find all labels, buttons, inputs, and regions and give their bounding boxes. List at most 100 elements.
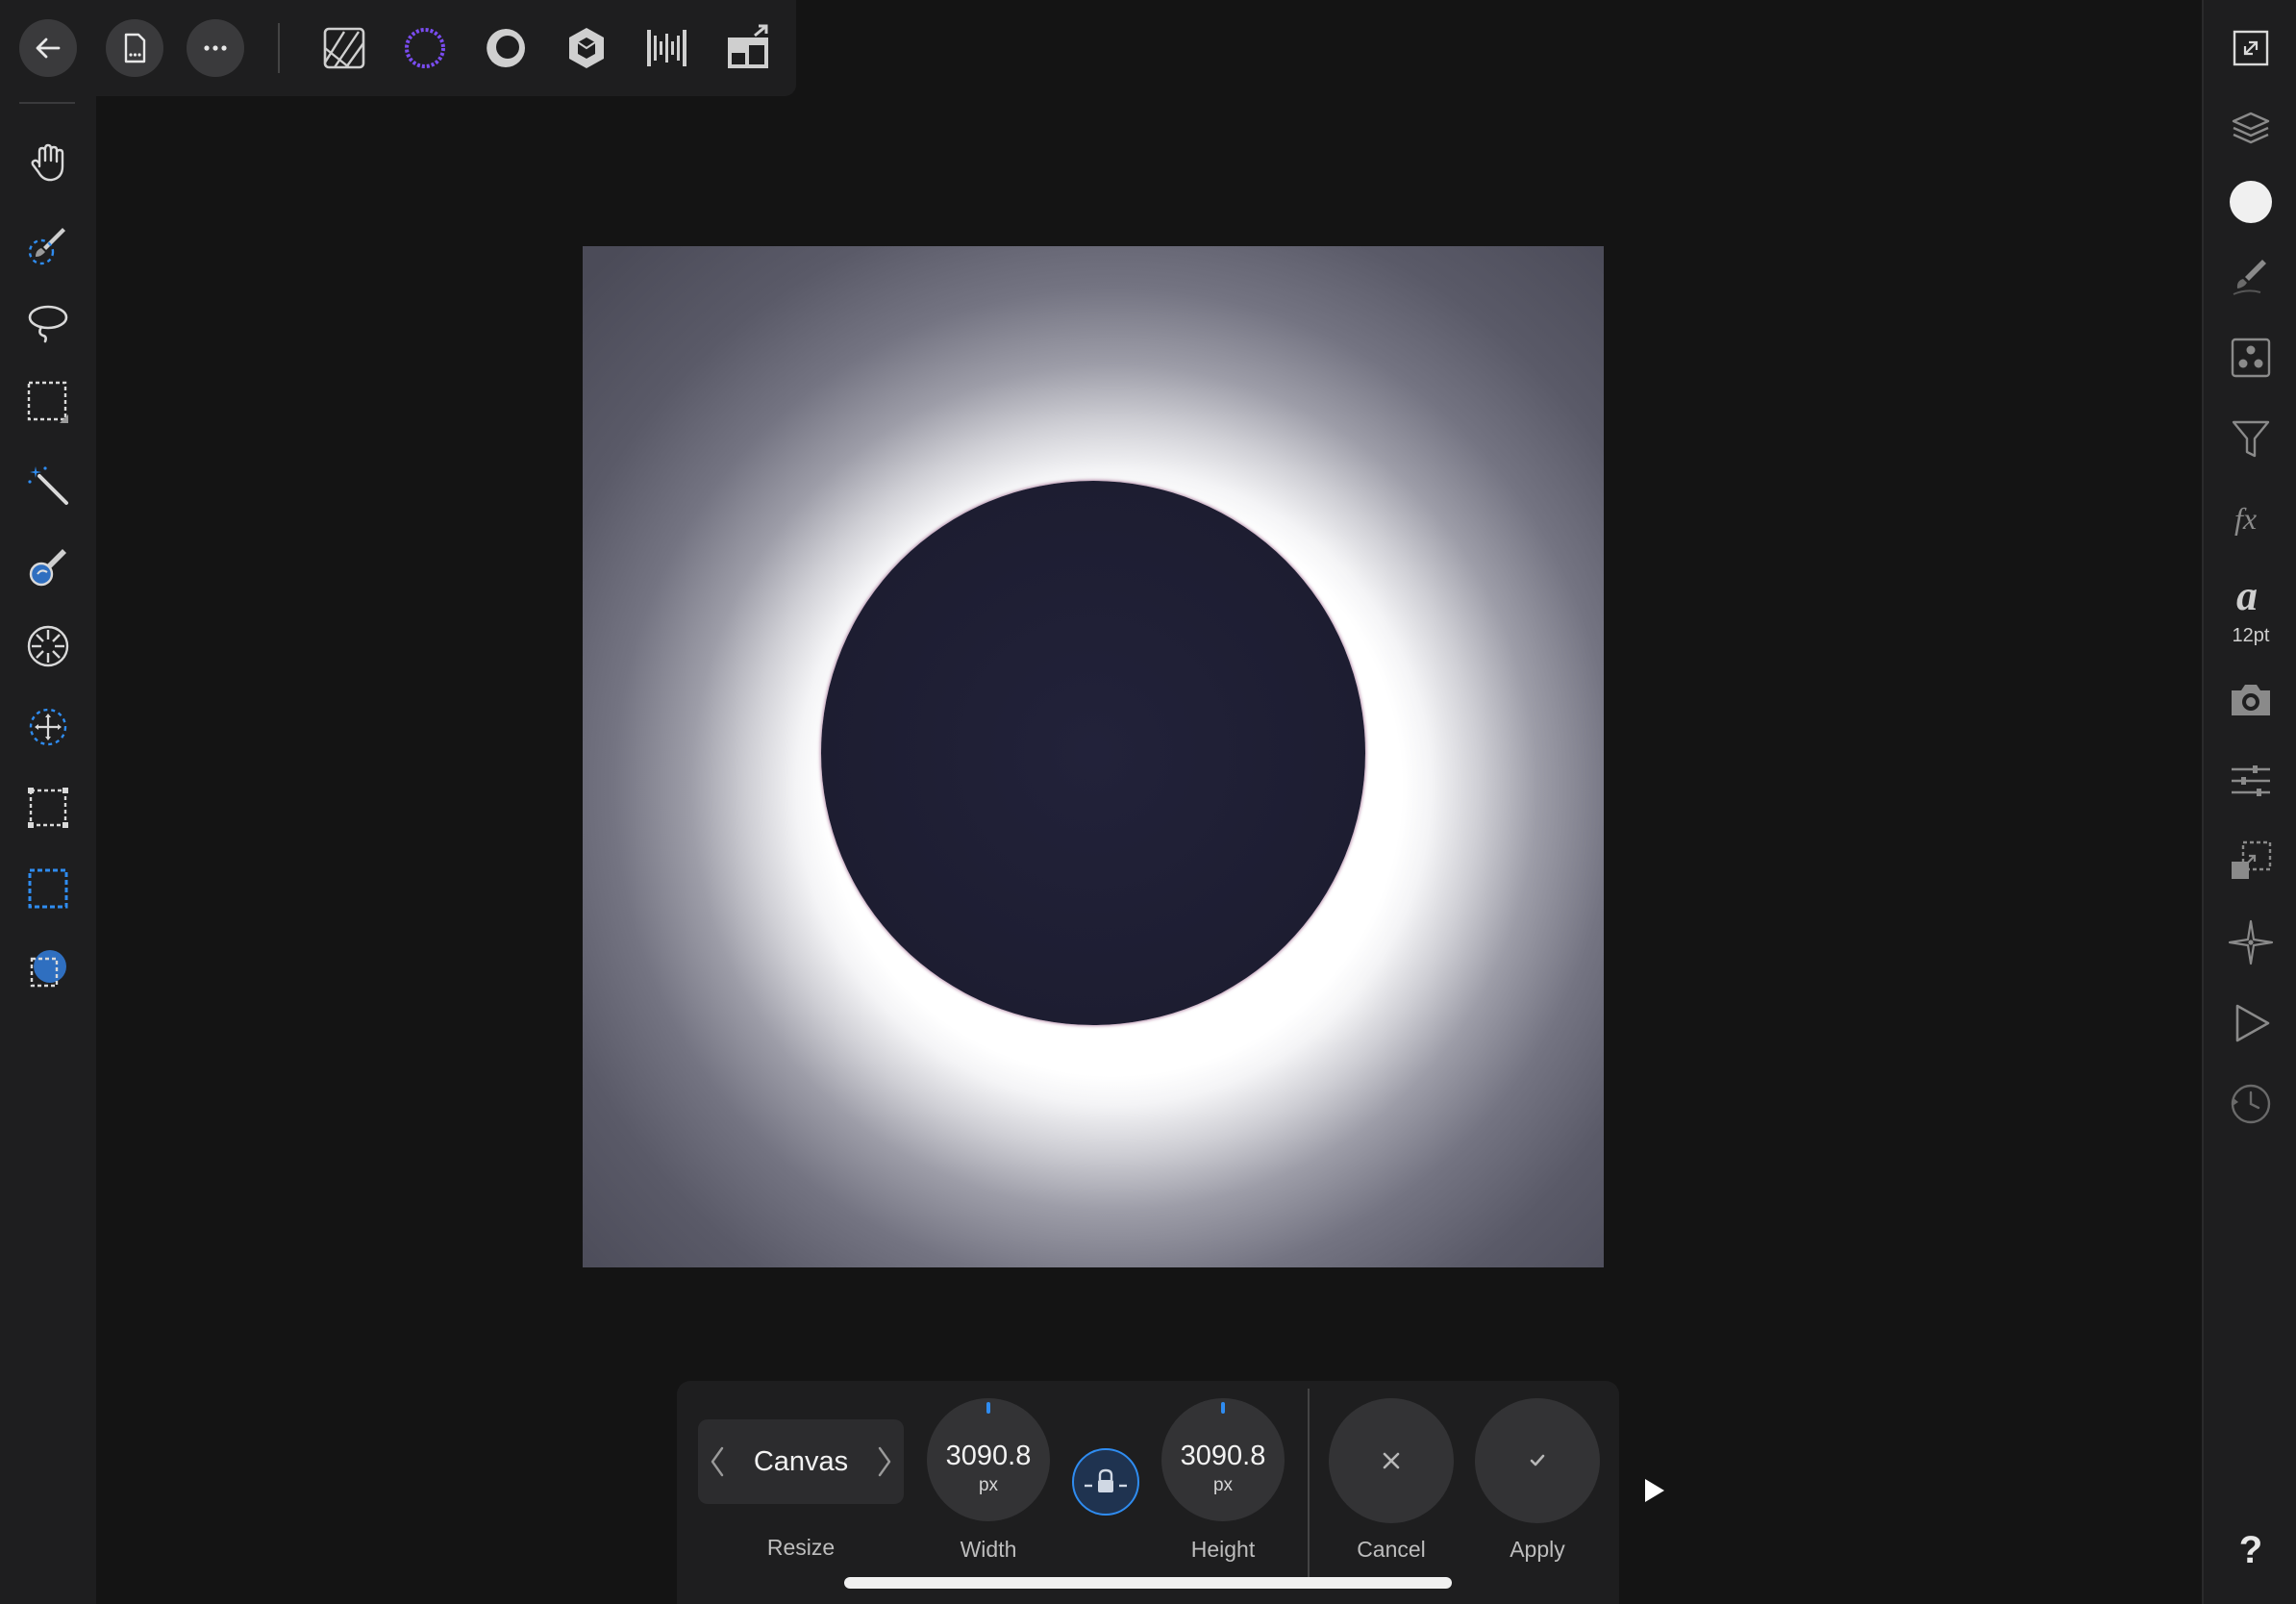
develop-persona-button[interactable] (479, 21, 533, 75)
svg-text:a: a (2236, 572, 2258, 617)
cancel-caption: Cancel (1357, 1537, 1426, 1562)
tone-mapping-persona-button[interactable] (560, 21, 613, 75)
help-button[interactable]: ? (2204, 1529, 2296, 1572)
canvas-mode-switcher[interactable]: Canvas (698, 1419, 904, 1504)
marquee-tool[interactable] (21, 375, 75, 429)
transform-button[interactable] (2224, 835, 2278, 889)
back-arrow-icon (36, 38, 61, 59)
filter-icon (2232, 420, 2270, 458)
document-menu-button[interactable] (106, 19, 163, 77)
transform-icon (2232, 840, 2272, 879)
context-toolbar-expand-button[interactable] (1635, 1471, 1673, 1510)
apply-button[interactable] (1475, 1398, 1600, 1523)
camera-icon (2232, 685, 2270, 715)
apply-caption: Apply (1510, 1537, 1565, 1562)
width-caption: Width (960, 1537, 1017, 1562)
affinity-photo-workspace: fx a 12pt ? Canvas Resize 3090.8 px Widt… (0, 0, 2296, 1604)
navigator-button[interactable] (2224, 915, 2278, 969)
next-mode-button[interactable] (865, 1419, 904, 1504)
height-dial[interactable]: 3090.8 px (1161, 1398, 1285, 1521)
macro-play-button[interactable] (2224, 996, 2278, 1050)
context-toolbar: Canvas Resize 3090.8 px Width 3090.8 px … (677, 1381, 1619, 1604)
left-tool-panel (0, 0, 96, 1604)
text-style-button[interactable]: a (2224, 567, 2278, 621)
crop-frame-tool[interactable] (21, 781, 75, 835)
magic-wand-tool[interactable] (21, 458, 75, 512)
width-value: 3090.8 (945, 1441, 1032, 1471)
fx-button[interactable]: fx (2224, 492, 2278, 546)
chevron-right-icon (878, 1446, 891, 1477)
radial-icon (27, 625, 69, 667)
tone-mapping-persona-icon (569, 28, 604, 68)
export-persona-icon (647, 30, 686, 66)
brush-selection-tool[interactable] (21, 215, 75, 269)
layers-button[interactable] (2224, 102, 2278, 156)
top-bar-divider (278, 23, 280, 73)
radial-tool[interactable] (21, 619, 75, 673)
lock-icon (1085, 1468, 1127, 1492)
vector-crop-icon (30, 950, 66, 988)
more-icon (204, 45, 227, 51)
camera-button[interactable] (2224, 673, 2278, 727)
transform-selection-icon (29, 708, 67, 746)
chevron-left-icon (711, 1446, 724, 1477)
channels-icon (2231, 338, 2271, 378)
height-value: 3090.8 (1180, 1441, 1266, 1471)
resize-caption: Resize (766, 1535, 836, 1560)
develop-persona-icon (482, 27, 525, 67)
channels-button[interactable] (2224, 331, 2278, 385)
adjustments-icon (2232, 765, 2270, 796)
checkmark-icon (1530, 1454, 1545, 1466)
liquify-persona-button[interactable] (398, 21, 452, 75)
height-caption: Height (1190, 1537, 1256, 1562)
width-unit: px (978, 1475, 999, 1495)
cancel-button[interactable] (1329, 1398, 1454, 1523)
layout-persona-icon (728, 24, 768, 68)
transform-selection-tool[interactable] (21, 700, 75, 754)
color-swatch-icon (2230, 181, 2272, 223)
liquify-persona-icon (405, 28, 445, 68)
context-divider (1308, 1389, 1310, 1581)
fullscreen-button[interactable] (2224, 21, 2278, 75)
eclipse-photo-canvas[interactable] (583, 246, 1604, 1267)
play-icon (2235, 1004, 2270, 1042)
back-button[interactable] (19, 19, 77, 77)
selection-brush-tool[interactable] (21, 539, 75, 592)
selection-brush-icon (29, 549, 66, 587)
brush-selection-icon (28, 228, 65, 265)
history-button[interactable] (2224, 1077, 2278, 1131)
fx-icon: fx (2234, 501, 2257, 536)
export-persona-button[interactable] (640, 21, 694, 75)
home-indicator[interactable] (844, 1577, 1452, 1589)
color-swatch-button[interactable] (2224, 175, 2278, 229)
height-unit: px (1212, 1475, 1234, 1495)
document-icon (124, 33, 146, 63)
photo-persona-icon (323, 27, 365, 69)
layers-icon (2232, 112, 2270, 144)
brushes-button[interactable] (2224, 248, 2278, 302)
hand-tool[interactable] (21, 135, 75, 188)
vector-crop-tool[interactable] (21, 942, 75, 996)
moon-disk (821, 481, 1365, 1025)
font-size-label: 12pt (2232, 625, 2270, 646)
dashed-rect-icon (28, 868, 68, 909)
brushes-icon (2233, 260, 2266, 295)
previous-mode-button[interactable] (698, 1419, 736, 1504)
photo-persona-button[interactable] (317, 21, 371, 75)
dashed-rect-tool[interactable] (21, 862, 75, 915)
more-button[interactable] (187, 19, 244, 77)
close-icon (1383, 1452, 1400, 1469)
tool-separator (19, 102, 75, 104)
lasso-tool[interactable] (21, 294, 75, 348)
lasso-icon (28, 305, 68, 343)
layout-persona-button[interactable] (721, 21, 775, 75)
history-icon (2231, 1084, 2271, 1124)
filter-button[interactable] (2224, 412, 2278, 465)
adjustments-button[interactable] (2224, 754, 2278, 808)
width-dial[interactable]: 3090.8 px (927, 1398, 1050, 1521)
hand-icon (31, 143, 64, 182)
svg-text:fx: fx (2234, 501, 2257, 536)
fullscreen-icon (2233, 30, 2269, 66)
aspect-lock-button[interactable] (1072, 1448, 1139, 1516)
marquee-icon (27, 381, 68, 423)
